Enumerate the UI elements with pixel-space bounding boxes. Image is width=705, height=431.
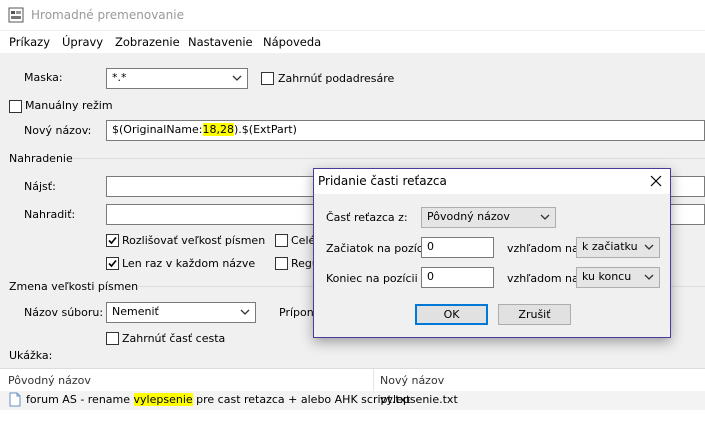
preview-label: Ukážka: — [9, 349, 53, 362]
column-header-new[interactable]: Nový názov — [380, 374, 444, 387]
new-name-suffix: ).$(ExtPart) — [234, 123, 297, 136]
original-name-cell: forum AS - rename vylepsenie pre cast re… — [26, 393, 410, 406]
start-position-label: Začiatok na pozícii — [326, 242, 429, 255]
once-per-name-label: Len raz v každom názve — [122, 257, 256, 270]
ok-button[interactable]: OK — [415, 304, 488, 325]
include-subdirs-label: Zahrnúť podadresáre — [278, 72, 395, 85]
checkmark-icon — [108, 236, 117, 245]
menu-napoveda[interactable]: Nápoveda — [263, 35, 321, 49]
column-header-original[interactable]: Pôvodný názov — [8, 374, 91, 387]
chevron-down-icon — [540, 212, 550, 222]
mask-value: *.* — [112, 71, 127, 84]
start-relative-label: vzhľadom na — [507, 242, 579, 255]
replace-separator — [72, 158, 705, 159]
regex-checkbox[interactable] — [275, 257, 288, 270]
include-subdirs-checkbox[interactable] — [261, 72, 274, 85]
window-title: Hromadné premenovanie — [31, 8, 184, 22]
new-name-highlight: 18,28 — [202, 123, 234, 136]
manual-mode-checkbox[interactable] — [9, 100, 22, 113]
case-sensitive-checkbox[interactable] — [106, 234, 119, 247]
end-position-input[interactable]: 0 — [421, 267, 494, 288]
add-substring-dialog: Pridanie časti reťazca Časť reťazca z: P… — [313, 168, 671, 338]
original-name-highlight: vylepsenie — [133, 393, 193, 406]
part-from-value: Pôvodný názov — [427, 210, 510, 223]
dialog-title: Pridanie časti reťazca — [318, 174, 447, 188]
new-name-cell: vylepsenie.txt — [380, 393, 458, 406]
new-name-label: Nový názov: — [24, 124, 92, 137]
chevron-down-icon — [240, 307, 250, 317]
part-from-label: Časť reťazca z: — [326, 211, 408, 224]
replace-label: Nahradiť: — [24, 208, 76, 221]
end-relative-combo[interactable]: ku koncu — [576, 267, 660, 288]
column-divider[interactable] — [373, 369, 374, 391]
preview-list[interactable]: Pôvodný názov Nový názov forum AS - rena… — [0, 368, 705, 431]
menu-bar: Príkazy Úpravy Zobrazenie Nastavenie Náp… — [0, 31, 705, 53]
mask-label: Maska: — [24, 71, 63, 84]
replace-section-label: Nahradenie — [9, 152, 73, 165]
end-relative-label: vzhľadom na — [507, 272, 579, 285]
start-relative-value: k začiatku — [582, 240, 638, 253]
menu-prikazy[interactable]: Príkazy — [9, 35, 50, 49]
dialog-title-bar: Pridanie časti reťazca — [314, 169, 670, 194]
end-relative-value: ku koncu — [582, 270, 632, 283]
mask-combo[interactable]: *.* — [106, 68, 248, 89]
app-icon — [8, 7, 24, 23]
chevron-down-icon — [644, 242, 654, 252]
close-icon[interactable] — [650, 175, 662, 187]
menu-zobrazenie[interactable]: Zobrazenie — [115, 35, 180, 49]
menu-nastavenie[interactable]: Nastavenie — [188, 35, 253, 49]
new-name-prefix: $(OriginalName: — [112, 123, 203, 136]
end-position-label: Koniec na pozícii — [326, 272, 418, 285]
case-change-section-label: Zmena veľkosti písmen — [9, 280, 139, 293]
include-path-checkbox[interactable] — [106, 332, 119, 345]
chevron-down-icon — [232, 73, 242, 83]
once-per-name-checkbox[interactable] — [106, 257, 119, 270]
original-name-suffix: pre cast retazca + alebo AHK script.txt — [192, 393, 411, 406]
new-name-input[interactable]: $(OriginalName:18,28).$(ExtPart) — [106, 120, 705, 141]
original-name-prefix: forum AS - rename — [26, 393, 134, 406]
table-row[interactable]: forum AS - rename vylepsenie pre cast re… — [0, 391, 705, 410]
start-position-input[interactable]: 0 — [421, 237, 494, 258]
filename-case-value: Nemeniť — [112, 305, 159, 318]
chevron-down-icon — [644, 272, 654, 282]
menu-upravy[interactable]: Úpravy — [62, 35, 103, 49]
include-path-label: Zahrnúť časť cesta — [122, 332, 226, 345]
part-from-combo[interactable]: Pôvodný názov — [421, 207, 556, 228]
title-bar: Hromadné premenovanie — [0, 0, 705, 30]
find-label: Nájsť: — [24, 180, 56, 193]
whole-words-checkbox[interactable] — [275, 234, 288, 247]
start-relative-combo[interactable]: k začiatku — [576, 237, 660, 258]
filename-case-combo[interactable]: Nemeniť — [106, 302, 256, 323]
whole-words-label: Celé — [291, 234, 316, 247]
file-icon — [9, 392, 21, 410]
filename-case-label: Názov súboru: — [24, 306, 104, 319]
manual-mode-label: Manuálny režim — [25, 99, 113, 112]
case-sensitive-label: Rozlišovať veľkosť písmen — [122, 234, 266, 247]
cancel-button[interactable]: Zrušiť — [498, 304, 571, 325]
checkmark-icon — [108, 259, 117, 268]
